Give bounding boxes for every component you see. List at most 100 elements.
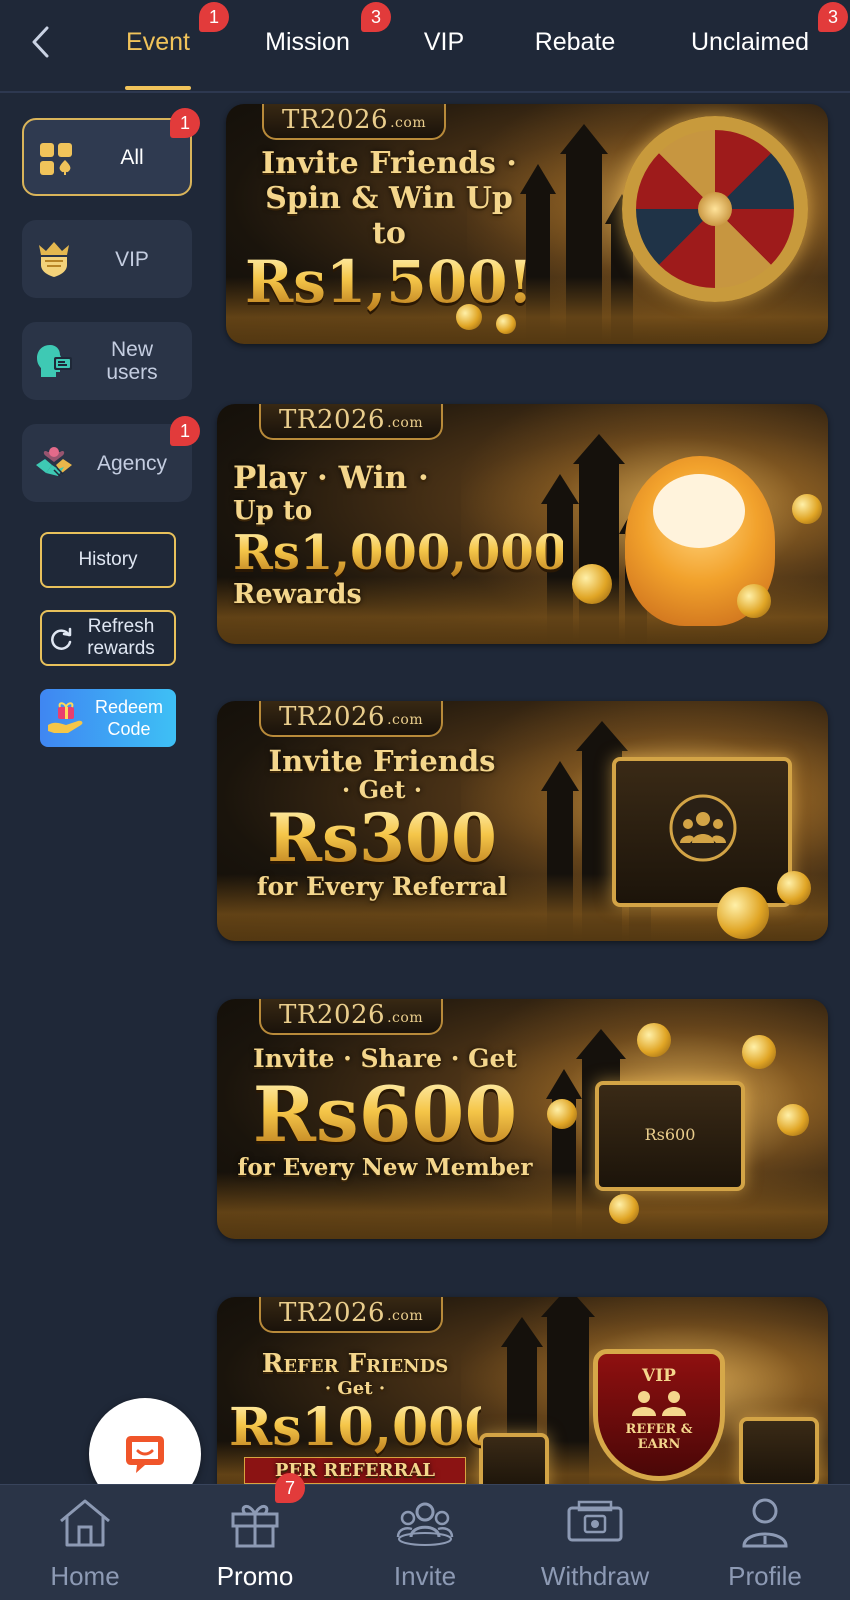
banner-line2: · Get · bbox=[324, 1378, 386, 1399]
sidebar-agency-badge: 1 bbox=[170, 416, 200, 446]
grid-suits-icon bbox=[36, 139, 76, 179]
refresh-rewards-button[interactable]: Refresh rewards bbox=[40, 610, 176, 666]
avatar-coin-image bbox=[742, 1035, 776, 1069]
banner-copy: Play · Win · Up to Rs1,000,000 Rewards bbox=[233, 460, 568, 610]
tab-unclaimed[interactable]: Unclaimed bbox=[680, 22, 820, 62]
nav-profile[interactable]: Profile bbox=[680, 1485, 850, 1600]
banner-line2: Spin & Win Up to bbox=[265, 181, 513, 251]
history-button[interactable]: History bbox=[40, 532, 176, 588]
gift-box-image bbox=[739, 1417, 819, 1487]
nav-promo-badge: 7 bbox=[275, 1473, 305, 1503]
sidebar-item-all[interactable]: All bbox=[22, 118, 192, 196]
brand-suffix: .com bbox=[387, 712, 424, 728]
coin-image bbox=[792, 494, 822, 524]
banner-copy: Refer Friends · Get · Rs10,000 PER REFER… bbox=[229, 1349, 501, 1484]
sidebar-item-vip[interactable]: VIP bbox=[22, 220, 192, 298]
treasure-chest-image bbox=[612, 757, 792, 907]
coin-image bbox=[496, 314, 516, 334]
nav-invite[interactable]: Invite bbox=[340, 1485, 510, 1600]
bottom-navigation: Home Promo 7 Invite Withdraw Profile bbox=[0, 1473, 850, 1600]
gift-icon bbox=[225, 1495, 285, 1551]
banner-amount: Rs1,000,000 bbox=[233, 525, 568, 581]
banner-amount: Rs300 bbox=[237, 803, 527, 873]
brand-logo: TR2026 .com bbox=[259, 1297, 444, 1333]
sidebar-item-new-users[interactable]: New users bbox=[22, 322, 192, 400]
tab-mission-label: Mission bbox=[265, 27, 350, 56]
banner-line3: Rewards bbox=[233, 579, 362, 610]
tab-rebate[interactable]: Rebate bbox=[525, 22, 625, 62]
banner-amount: Rs10,000 bbox=[229, 1397, 501, 1458]
tab-mission[interactable]: Mission bbox=[250, 22, 365, 62]
brand-name: TR2026 bbox=[279, 702, 386, 732]
banner-line1: Play · Win · bbox=[233, 460, 429, 496]
brand-name: TR2026 bbox=[279, 405, 386, 435]
shield-line2: REFER & bbox=[625, 1422, 693, 1437]
chip-image bbox=[717, 887, 769, 939]
banner-amount: Rs600 bbox=[235, 1075, 535, 1155]
chevron-left-icon bbox=[32, 26, 49, 58]
sidebar-item-new-users-label: New users bbox=[106, 338, 158, 384]
avatar-coin-image bbox=[637, 1023, 671, 1057]
gift-hand-icon bbox=[48, 702, 83, 733]
active-tab-indicator bbox=[125, 86, 191, 90]
promo-banner-spin[interactable]: TR2026 .com Invite Friends · Spin & Win U… bbox=[226, 104, 828, 344]
users-icon bbox=[395, 1495, 455, 1551]
avatar-coin-image bbox=[609, 1194, 639, 1224]
crown-shield-icon bbox=[34, 239, 74, 279]
avatar-coin-image bbox=[547, 1099, 577, 1129]
promo-banner-rs600[interactable]: Rs600 TR2026 .com Invite · Share · Get Rs… bbox=[217, 999, 828, 1239]
person-icon bbox=[735, 1495, 795, 1551]
coin-image bbox=[777, 871, 811, 905]
prize-wheel-image bbox=[622, 116, 808, 302]
sidebar-item-agency[interactable]: Agency bbox=[22, 424, 192, 502]
user-card-icon bbox=[34, 341, 74, 381]
brand-name: TR2026 bbox=[282, 105, 389, 135]
promo-banner-rs300[interactable]: TR2026 .com Invite Friends · Get · Rs300 … bbox=[217, 701, 828, 941]
nav-promo-label: Promo bbox=[216, 1561, 294, 1591]
tab-unclaimed-badge: 3 bbox=[818, 2, 848, 32]
sidebar-item-vip-label: VIP bbox=[115, 247, 149, 271]
tab-rebate-label: Rebate bbox=[534, 27, 616, 56]
shield-vip-label: VIP bbox=[642, 1366, 676, 1386]
brand-logo: TR2026 .com bbox=[259, 999, 444, 1035]
nav-withdraw[interactable]: Withdraw bbox=[510, 1485, 680, 1600]
tab-vip-label: VIP bbox=[423, 27, 465, 56]
top-tab-bar: Event 1 Mission 3 VIP Rebate Unclaimed 3 bbox=[0, 0, 850, 93]
chest-label: Rs600 bbox=[644, 1125, 696, 1144]
banner-line2: Up to bbox=[233, 496, 313, 526]
nav-home[interactable]: Home bbox=[0, 1485, 170, 1600]
refresh-icon bbox=[51, 627, 72, 650]
avatar-coin-image bbox=[777, 1104, 809, 1136]
tab-event[interactable]: Event bbox=[112, 22, 204, 62]
brand-suffix: .com bbox=[387, 1308, 424, 1324]
banner-line1: Invite Friends · bbox=[261, 146, 517, 181]
handshake-icon bbox=[34, 443, 74, 483]
shield-line3: EARN bbox=[637, 1437, 681, 1452]
nav-profile-label: Profile bbox=[728, 1561, 802, 1591]
group-icon bbox=[632, 1391, 686, 1416]
brand-suffix: .com bbox=[387, 415, 424, 431]
nav-invite-label: Invite bbox=[393, 1561, 457, 1591]
history-button-label: History bbox=[78, 549, 138, 570]
banner-line1: Invite Friends bbox=[268, 744, 496, 778]
promo-banner-play-win[interactable]: TR2026 .com Play · Win · Up to Rs1,000,00… bbox=[217, 404, 828, 644]
brand-name: TR2026 bbox=[279, 1000, 386, 1030]
chat-bubble-icon bbox=[126, 1436, 164, 1473]
brand-suffix: .com bbox=[390, 115, 427, 131]
banner-copy: Invite Friends · Spin & Win Up to Rs1,50… bbox=[244, 146, 534, 313]
brand-logo: TR2026 .com bbox=[262, 104, 447, 140]
brand-logo: TR2026 .com bbox=[259, 404, 444, 440]
tab-event-badge: 1 bbox=[199, 2, 229, 32]
banner-copy: Invite Friends · Get · Rs300 for Every R… bbox=[237, 745, 527, 901]
tab-vip[interactable]: VIP bbox=[408, 22, 480, 62]
back-button[interactable] bbox=[20, 22, 60, 62]
banner-amount: Rs1,500! bbox=[245, 248, 533, 316]
treasure-chest-image: Rs600 bbox=[595, 1081, 745, 1191]
coin-image bbox=[737, 584, 771, 618]
nav-promo[interactable]: Promo bbox=[170, 1485, 340, 1600]
vip-shield-image: VIP REFER & EARN bbox=[593, 1349, 725, 1481]
promo-banner-rs10000[interactable]: VIP REFER & EARN TR2026 .com Refer Friend… bbox=[217, 1297, 828, 1497]
tab-event-label: Event bbox=[126, 27, 190, 56]
brand-name: TR2026 bbox=[279, 1298, 386, 1328]
redeem-code-button[interactable]: Redeem Code bbox=[40, 689, 176, 747]
